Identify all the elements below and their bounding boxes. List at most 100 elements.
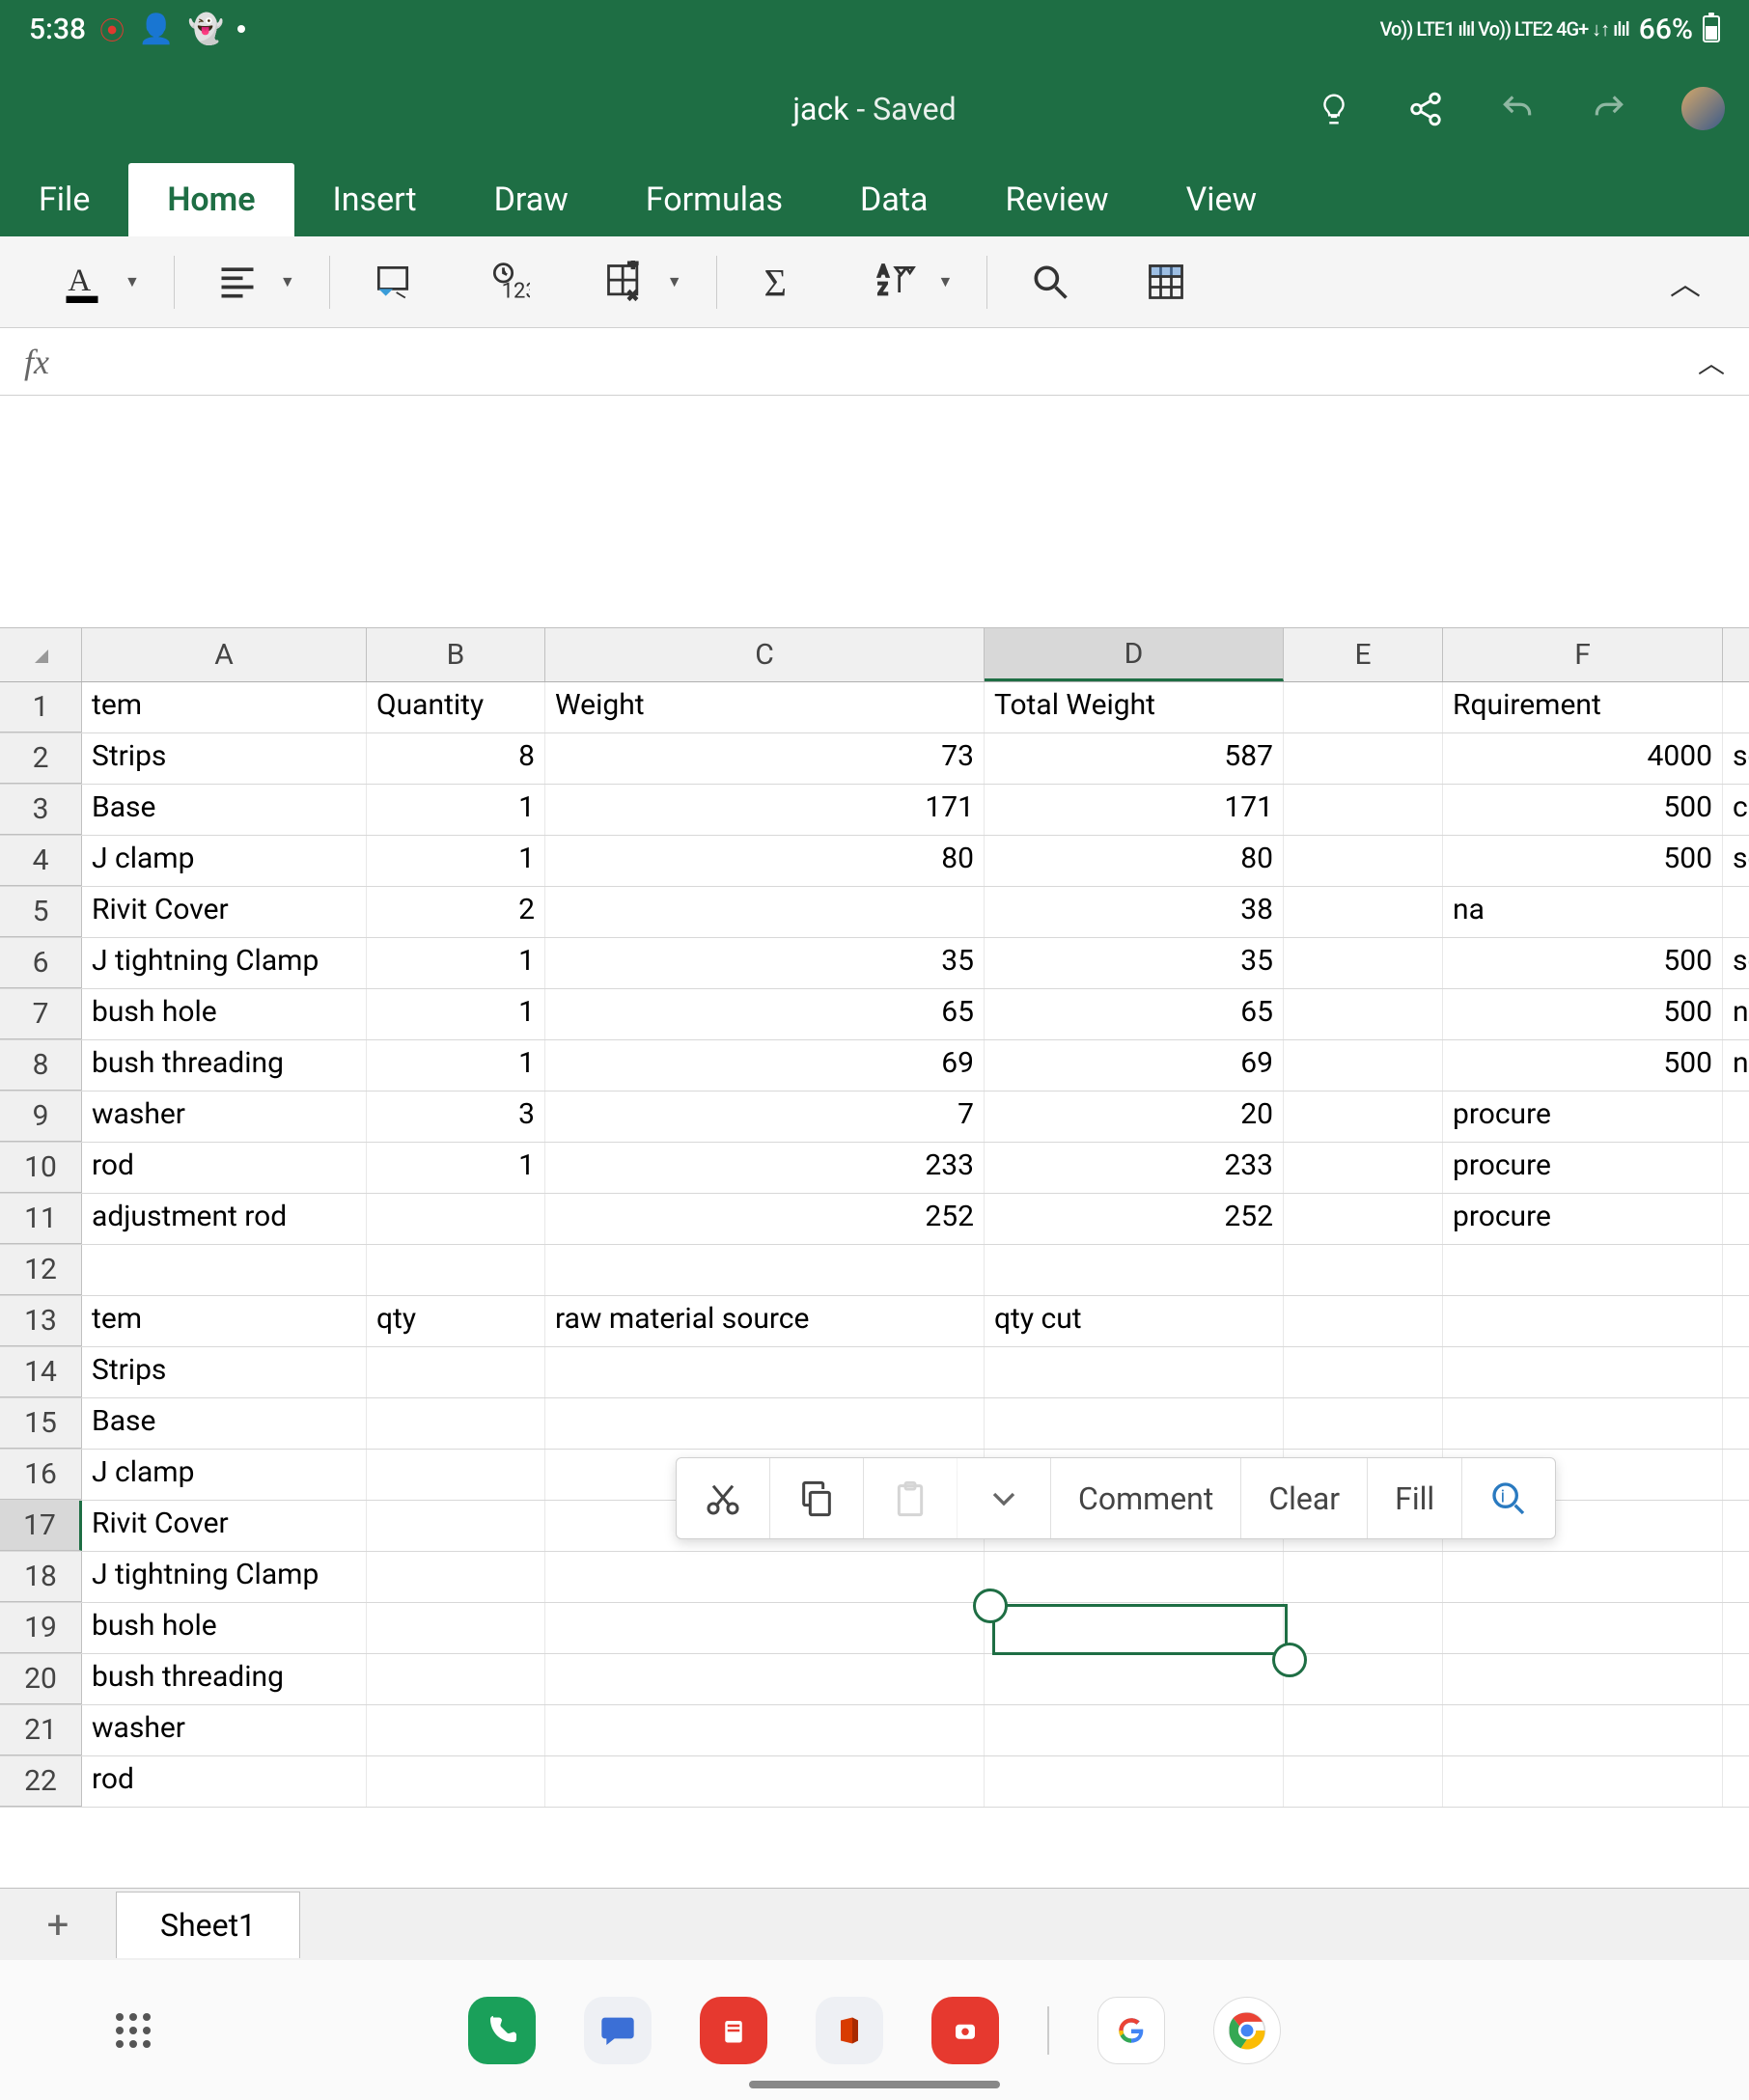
cell[interactable]: 80 [985,836,1284,886]
cell[interactable]: washer [82,1091,367,1142]
avatar[interactable] [1681,87,1725,130]
cell[interactable] [82,1245,367,1295]
share-icon[interactable] [1406,90,1445,128]
cell[interactable]: J tightning Clamp [82,938,367,988]
cell[interactable] [1443,1603,1723,1653]
sort-filter-button[interactable]: AZ [867,253,925,311]
fill-color-button[interactable] [364,253,422,311]
cell[interactable] [985,1756,1284,1807]
cell[interactable]: 1 [367,989,545,1039]
row-header[interactable]: 9 [0,1091,82,1142]
doc-title[interactable]: jack - Saved [792,91,956,127]
cell[interactable] [367,1194,545,1244]
cell[interactable] [367,1347,545,1397]
cell[interactable] [985,1552,1284,1602]
cell[interactable] [545,1245,985,1295]
cell[interactable]: Base [82,785,367,835]
cell[interactable] [367,1501,545,1551]
cell[interactable]: adjustment rod [82,1194,367,1244]
cell[interactable] [1284,1552,1443,1602]
alignment-button[interactable] [208,253,266,311]
cut-button[interactable] [677,1458,770,1538]
undo-icon[interactable] [1498,90,1537,128]
selection-handle-bottom[interactable] [1272,1643,1307,1677]
chevron-down-icon[interactable]: ▼ [125,272,140,291]
cell[interactable]: 1 [367,785,545,835]
cell[interactable]: 500 [1443,785,1723,835]
cell[interactable]: 69 [545,1040,985,1091]
cell[interactable]: 35 [545,938,985,988]
cell[interactable] [367,1756,545,1807]
col-header-f[interactable]: F [1443,628,1723,681]
cell[interactable] [367,1705,545,1755]
cell[interactable]: na [1723,1040,1749,1091]
cell[interactable]: procure [1443,1143,1723,1193]
cell[interactable]: 3 [367,1091,545,1142]
cell[interactable]: 1 [367,836,545,886]
cell[interactable]: sc [1723,733,1749,784]
chevron-down-icon[interactable]: ▼ [280,272,295,291]
cell[interactable]: sc [1723,836,1749,886]
collapse-formula-icon[interactable]: ︿ [1698,343,1725,381]
cell[interactable] [1723,887,1749,937]
cell[interactable] [1723,1091,1749,1142]
cell[interactable] [367,1450,545,1500]
cell[interactable] [1284,733,1443,784]
row-header[interactable]: 5 [0,887,82,937]
row-header[interactable]: 11 [0,1194,82,1244]
cell[interactable]: Base [82,1398,367,1449]
cell[interactable] [1723,1501,1749,1551]
cell[interactable]: 38 [985,887,1284,937]
cell[interactable]: na [1443,887,1723,937]
cell[interactable] [1723,1654,1749,1704]
cell[interactable] [1443,1245,1723,1295]
chevron-down-icon[interactable]: ▼ [938,272,954,291]
cell[interactable] [1723,1756,1749,1807]
cell[interactable] [1284,1194,1443,1244]
cell[interactable] [1284,1245,1443,1295]
row-header[interactable]: 20 [0,1654,82,1704]
col-header-e[interactable]: E [1284,628,1443,681]
row-header[interactable]: 14 [0,1347,82,1397]
cell[interactable]: 2 [367,887,545,937]
chrome-app-icon[interactable] [1213,1997,1281,2064]
cell[interactable] [1284,887,1443,937]
autosum-button[interactable]: Σ [751,253,809,311]
cell[interactable] [545,1552,985,1602]
office-app-icon[interactable] [816,1997,883,2064]
tab-data[interactable]: Data [821,163,966,236]
col-header-c[interactable]: C [545,628,985,681]
cell[interactable]: J tightning Clamp [82,1552,367,1602]
cell[interactable] [1284,836,1443,886]
sheet-tab[interactable]: Sheet1 [116,1892,300,1958]
cell[interactable]: Rquirement [1443,682,1723,732]
gesture-handle[interactable] [749,2081,1000,2088]
messages-app-icon[interactable] [584,1997,652,2064]
tab-draw[interactable]: Draw [456,163,607,236]
cell[interactable]: 80 [545,836,985,886]
cell[interactable] [1284,1143,1443,1193]
cell[interactable]: Quantity [367,682,545,732]
cell[interactable]: 7 [545,1091,985,1142]
tab-home[interactable]: Home [128,163,293,236]
cell[interactable]: 65 [985,989,1284,1039]
cell[interactable]: 20 [985,1091,1284,1142]
row-header[interactable]: 21 [0,1705,82,1755]
more-options-button[interactable] [958,1458,1051,1538]
tab-file[interactable]: File [0,163,128,236]
cell[interactable]: 35 [985,938,1284,988]
tips-icon[interactable] [1315,90,1353,128]
row-header[interactable]: 15 [0,1398,82,1449]
insert-delete-cells-button[interactable]: +× [596,253,653,311]
cell[interactable]: Rivit Cover [82,887,367,937]
cell[interactable]: procure [1443,1091,1723,1142]
clear-button[interactable]: Clear [1241,1458,1368,1538]
cell[interactable] [545,1398,985,1449]
cell[interactable]: bush hole [82,989,367,1039]
app-drawer-icon[interactable] [116,2013,151,2048]
camera-app-icon[interactable] [931,1997,999,2064]
cell[interactable]: 69 [985,1040,1284,1091]
cell[interactable]: tem [82,682,367,732]
col-header-b[interactable]: B [367,628,545,681]
cell[interactable]: Strips [82,1347,367,1397]
